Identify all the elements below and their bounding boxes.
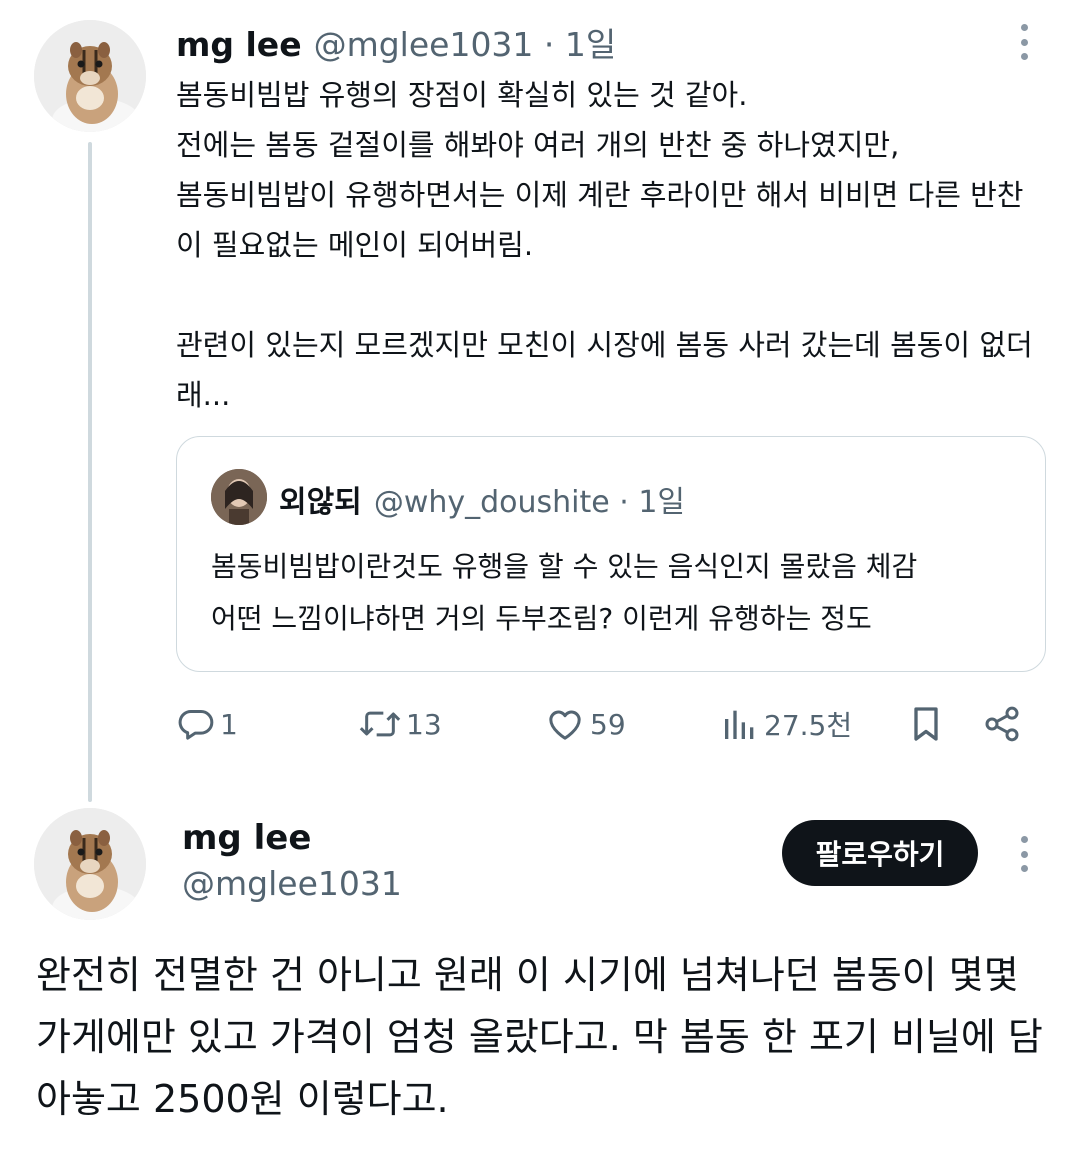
bookmark-button[interactable]: [906, 700, 946, 748]
chipmunk-avatar-icon: [34, 20, 146, 132]
retweet-button[interactable]: 13: [358, 700, 442, 748]
tweet-action-bar: 1 13 59 27.5천: [176, 700, 1036, 748]
author-avatar[interactable]: [34, 808, 146, 920]
quoted-author-avatar[interactable]: [211, 469, 267, 525]
bookmark-icon: [914, 707, 938, 741]
retweet-icon: [359, 711, 401, 737]
quoted-tweet-header: 외않되 @why_doushite · 1일: [279, 477, 685, 521]
retweet-count: 13: [406, 707, 442, 741]
quoted-author-handle-and-time: @why_doushite · 1일: [373, 485, 686, 520]
reply-button[interactable]: 1: [176, 700, 238, 748]
quoted-tweet[interactable]: 외않되 @why_doushite · 1일 봄동비빔밥이란것도 유행을 할 수…: [176, 436, 1046, 672]
reply-icon: [178, 709, 214, 740]
more-options-icon[interactable]: [1012, 834, 1036, 874]
view-count: 27.5천: [764, 709, 853, 742]
heart-icon: [549, 710, 581, 740]
like-button[interactable]: 59: [544, 700, 626, 748]
person-avatar-icon: [211, 469, 267, 525]
share-button[interactable]: [982, 700, 1022, 748]
author-handle[interactable]: @mglee1031: [182, 864, 402, 903]
author-handle-and-time[interactable]: @mglee1031 · 1일: [314, 18, 617, 66]
tweet-text: 완전히 전멸한 건 아니고 원래 이 시기에 넘쳐나던 봄동이 몇몇 가게에만 …: [36, 953, 1043, 1121]
more-options-icon[interactable]: [1012, 22, 1036, 62]
follow-button[interactable]: 팔로우하기: [782, 820, 978, 886]
author-name[interactable]: mg lee: [182, 818, 311, 858]
quoted-tweet-text: 봄동비빔밥이란것도 유행을 할 수 있는 음식인지 몰랐음 체감 어떤 느낌이냐…: [211, 550, 918, 635]
tweet-text: 봄동비빔밥 유행의 장점이 확실히 있는 것 같아. 전에는 봄동 겉절이를 해…: [176, 78, 1033, 412]
reply-count: 1: [220, 707, 238, 741]
thread-connector-line: [88, 142, 92, 802]
tweet-header: mg lee @mglee1031 · 1일: [176, 18, 616, 66]
author-name[interactable]: mg lee: [176, 25, 302, 64]
like-count: 59: [590, 707, 626, 741]
author-avatar[interactable]: [34, 20, 146, 132]
share-icon: [985, 706, 1019, 742]
analytics-icon: [725, 710, 754, 739]
chipmunk-avatar-icon: [34, 808, 146, 920]
quoted-author-name: 외않되: [279, 485, 362, 520]
views-button[interactable]: 27.5천: [720, 700, 852, 748]
